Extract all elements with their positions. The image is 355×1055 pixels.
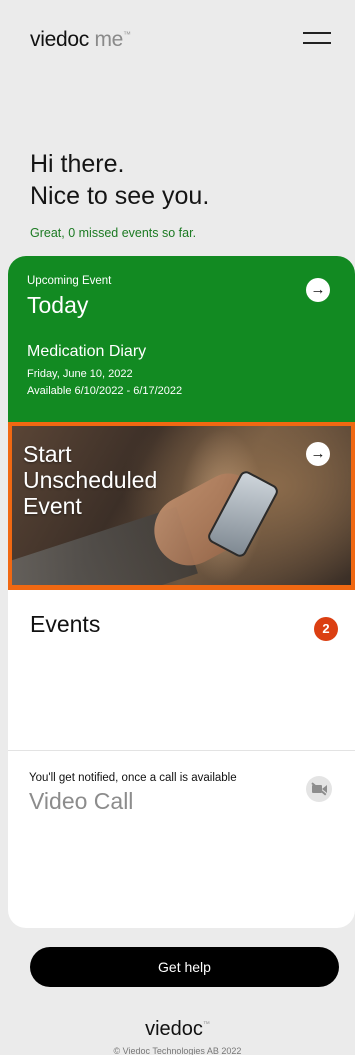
missed-events-status: Great, 0 missed events so far.: [30, 226, 197, 240]
video-call-card: You'll get notified, once a call is avai…: [8, 750, 355, 928]
greeting-line-1: Hi there.: [30, 150, 125, 178]
upcoming-event-label: Upcoming Event: [27, 275, 112, 287]
video-call-title: Video Call: [29, 788, 134, 814]
greeting-line-2: Nice to see you.: [30, 182, 210, 210]
arrow-right-icon[interactable]: →: [306, 442, 330, 466]
greeting: Hi there. Nice to see you.: [30, 148, 209, 212]
unscheduled-line-1: Start: [23, 441, 72, 467]
app-header: viedoc me™: [0, 0, 355, 80]
events-section[interactable]: Events 2: [8, 590, 355, 750]
unscheduled-event-title: Start Unscheduled Event: [23, 441, 157, 519]
video-call-note: You'll get notified, once a call is avai…: [29, 772, 237, 784]
logo-suffix: me: [94, 28, 124, 51]
logo-brand: viedoc: [30, 28, 89, 51]
copyright-text: © Viedoc Technologies AB 2022: [113, 1046, 242, 1055]
upcoming-event-title: Medication Diary: [27, 343, 147, 360]
unscheduled-line-3: Event: [23, 493, 82, 519]
events-title: Events: [30, 611, 101, 637]
upcoming-event-availability: Available 6/10/2022 - 6/17/2022: [27, 385, 183, 397]
logo-trademark: ™: [123, 30, 131, 39]
unscheduled-line-2: Unscheduled: [23, 467, 158, 493]
arrow-right-icon[interactable]: →: [306, 278, 330, 302]
events-count-badge: 2: [314, 617, 338, 641]
footer-trademark: ™: [202, 1021, 210, 1028]
upcoming-event-card[interactable]: Upcoming Event Today → Medication Diary …: [8, 256, 355, 422]
upcoming-event-date: Friday, June 10, 2022: [27, 368, 133, 380]
footer-brand: viedoc: [145, 1018, 203, 1040]
upcoming-event-when: Today: [27, 292, 89, 318]
get-help-button[interactable]: Get help: [30, 947, 339, 987]
hamburger-menu-icon[interactable]: [301, 26, 333, 50]
start-unscheduled-event-card[interactable]: Start Unscheduled Event →: [8, 422, 355, 590]
video-off-icon: [306, 776, 332, 802]
footer-viedoc-logo: viedoc™: [0, 1018, 355, 1041]
viedoc-me-logo: viedoc me™: [30, 28, 131, 52]
